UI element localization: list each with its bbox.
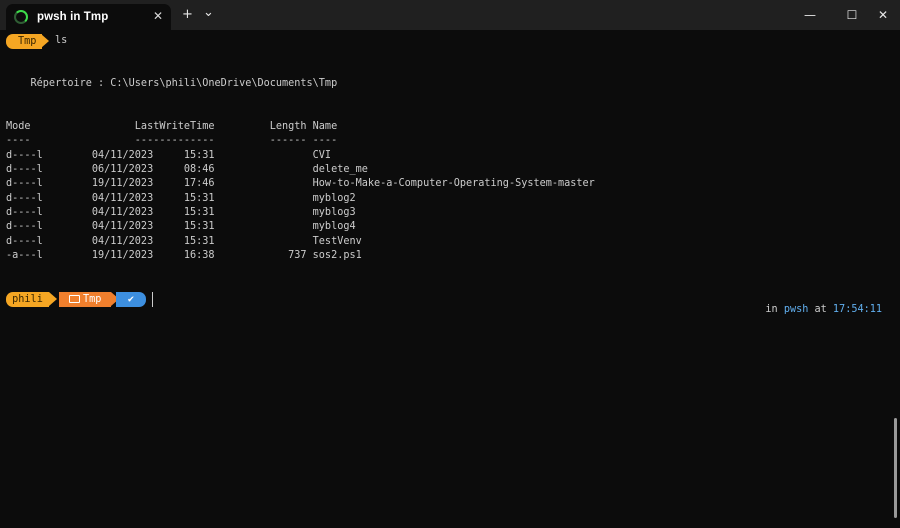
check-icon: ✔ xyxy=(127,294,135,305)
scrollbar-thumb[interactable] xyxy=(894,418,897,518)
minimize-button[interactable]: — xyxy=(793,0,827,30)
table-row: -a---l 19/11/2023 16:38 737 sos2.ps1 xyxy=(6,250,362,261)
listing-header: Mode LastWriteTime Length Name xyxy=(6,121,338,132)
tab-pwsh[interactable]: pwsh in Tmp ✕ xyxy=(6,4,171,30)
terminal-area[interactable]: Tmp ls Répertoire : C:\Users\phili\OneDr… xyxy=(0,30,900,528)
prompt-dir-label: Tmp xyxy=(18,36,37,47)
tab-close-icon[interactable]: ✕ xyxy=(153,9,163,23)
loading-spinner-icon xyxy=(14,10,28,24)
table-row: d----l 04/11/2023 15:31 TestVenv xyxy=(6,236,362,247)
listing-underline: ---- ------------- ------ ---- xyxy=(6,135,338,146)
right-prompt-at: at xyxy=(808,304,833,315)
prompt-separator-icon xyxy=(49,292,57,306)
prompt-arrow-icon xyxy=(41,34,49,48)
prompt-dir-label: Tmp xyxy=(83,294,102,305)
prompt-user-segment: phili xyxy=(6,292,49,307)
right-prompt-time: 17:54:11 xyxy=(832,304,882,315)
new-tab-button[interactable]: + xyxy=(182,8,193,22)
prompt-user-label: phili xyxy=(12,294,43,305)
title-bar: pwsh in Tmp ✕ + ⌄ — ☐ ✕ xyxy=(0,0,900,30)
right-prompt-in: in xyxy=(765,304,784,315)
tab-dropdown-chevron-icon[interactable]: ⌄ xyxy=(203,6,214,20)
right-prompt: in pwsh at 17:54:11 xyxy=(741,293,882,326)
maximize-button[interactable]: ☐ xyxy=(835,0,869,30)
text-cursor xyxy=(152,292,153,307)
folder-icon xyxy=(69,295,80,303)
table-row: d----l 19/11/2023 17:46 How-to-Make-a-Co… xyxy=(6,178,595,189)
table-row: d----l 04/11/2023 15:31 CVI xyxy=(6,150,332,161)
table-row: d----l 04/11/2023 15:31 myblog3 xyxy=(6,207,356,218)
prompt-dir-segment: Tmp xyxy=(6,34,43,49)
close-button[interactable]: ✕ xyxy=(866,0,900,30)
table-row: d----l 06/11/2023 08:46 delete_me xyxy=(6,164,368,175)
right-prompt-shell: pwsh xyxy=(783,304,809,315)
prompt-command: ls xyxy=(55,35,68,46)
table-row: d----l 04/11/2023 15:31 myblog4 xyxy=(6,221,356,232)
table-row: d----l 04/11/2023 15:31 myblog2 xyxy=(6,193,356,204)
prompt-dir-segment: Tmp xyxy=(59,292,111,307)
directory-line: Répertoire : C:\Users\phili\OneDrive\Doc… xyxy=(6,78,338,89)
prompt-status-segment: ✔ xyxy=(116,292,146,307)
tab-title: pwsh in Tmp xyxy=(37,11,109,23)
